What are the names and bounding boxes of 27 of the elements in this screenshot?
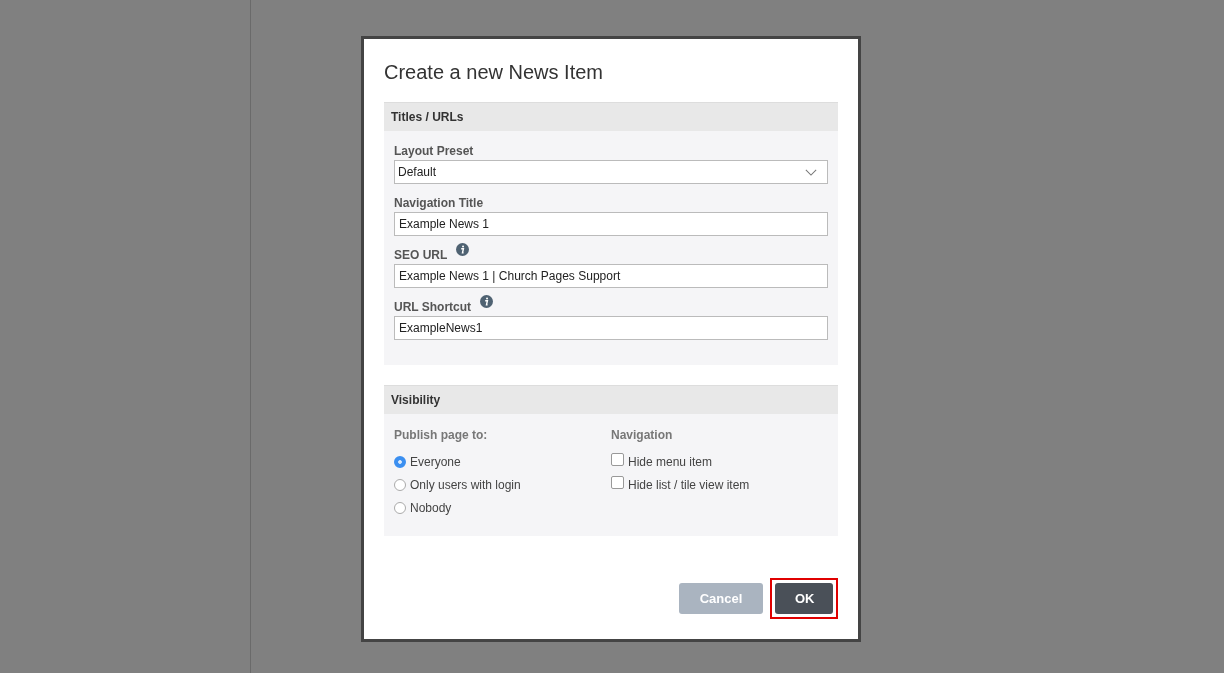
option-label: Everyone bbox=[410, 454, 461, 469]
input-field[interactable]: Example News 1 | Church Pages Support bbox=[394, 264, 828, 288]
group-label: Navigation bbox=[611, 428, 674, 442]
option-label: Nobody bbox=[410, 500, 452, 515]
info-icon[interactable] bbox=[456, 243, 470, 256]
checkbox[interactable] bbox=[611, 476, 624, 489]
section-header: Titles / URLs bbox=[384, 103, 838, 131]
field-label: Layout Preset bbox=[394, 144, 474, 158]
radio-button[interactable] bbox=[394, 455, 406, 468]
field-label: URL Shortcut bbox=[394, 300, 472, 314]
ok-button[interactable]: OK bbox=[775, 583, 833, 614]
dropdown-field[interactable]: Default bbox=[394, 160, 828, 184]
dialog-title: Create a new News Item bbox=[383, 60, 604, 85]
radio-button[interactable] bbox=[394, 478, 406, 491]
field-label: Navigation Title bbox=[394, 196, 484, 210]
option-label: Hide list / tile view item bbox=[628, 477, 750, 492]
section-header: Visibility bbox=[384, 386, 838, 414]
option-label: Only users with login bbox=[410, 477, 521, 492]
checkbox[interactable] bbox=[611, 453, 624, 466]
group-label: Publish page to: bbox=[394, 428, 489, 442]
field-label: SEO URL bbox=[394, 248, 448, 262]
option-label: Hide menu item bbox=[628, 454, 713, 469]
input-field[interactable]: ExampleNews1 bbox=[394, 316, 828, 340]
info-icon[interactable] bbox=[480, 295, 494, 308]
radio-button[interactable] bbox=[394, 501, 406, 514]
input-field[interactable]: Example News 1 bbox=[394, 212, 828, 236]
caret-icon bbox=[805, 168, 817, 176]
